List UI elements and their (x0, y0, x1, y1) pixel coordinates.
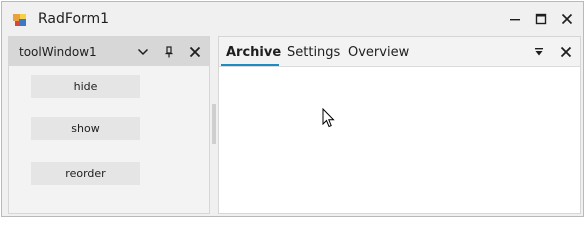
active-tab-indicator (221, 64, 279, 66)
maximize-icon (535, 13, 547, 25)
tool-window-menu-button[interactable] (133, 42, 153, 62)
close-icon (189, 46, 201, 58)
close-icon (561, 13, 573, 25)
tab-archive[interactable]: Archive (226, 45, 281, 60)
show-button[interactable]: show (31, 117, 140, 140)
tool-window-title: toolWindow1 (19, 45, 97, 59)
minimize-icon (510, 19, 520, 21)
close-icon (560, 46, 572, 58)
maximize-button[interactable] (528, 6, 554, 32)
tool-window-close-button[interactable] (185, 42, 205, 62)
window-title: RadForm1 (38, 11, 110, 27)
document-close-button[interactable] (556, 42, 576, 62)
title-bar[interactable]: RadForm1 (2, 2, 583, 36)
document-tab-strip: Archive Settings Overview (219, 37, 580, 67)
tool-window: toolWindow1 hide show reorder (8, 36, 210, 214)
tab-overview[interactable]: Overview (348, 45, 409, 60)
reorder-button[interactable]: reorder (31, 162, 140, 185)
close-window-button[interactable] (554, 6, 580, 32)
main-window: RadForm1 toolWindow1 hide show reorder A… (1, 1, 584, 217)
mouse-cursor-icon (322, 107, 336, 132)
chevron-down-icon (137, 48, 149, 56)
hide-button[interactable]: hide (31, 75, 140, 98)
app-icon (12, 12, 28, 28)
document-window: Archive Settings Overview (218, 36, 581, 214)
tool-window-header[interactable]: toolWindow1 (9, 37, 209, 66)
minimize-button[interactable] (502, 6, 528, 32)
document-list-button[interactable] (529, 42, 549, 62)
splitter-grip[interactable] (212, 104, 216, 144)
pin-icon (165, 46, 173, 58)
tab-settings[interactable]: Settings (287, 45, 340, 60)
overflow-dropdown-icon (535, 48, 543, 56)
tool-window-pin-button[interactable] (159, 42, 179, 62)
